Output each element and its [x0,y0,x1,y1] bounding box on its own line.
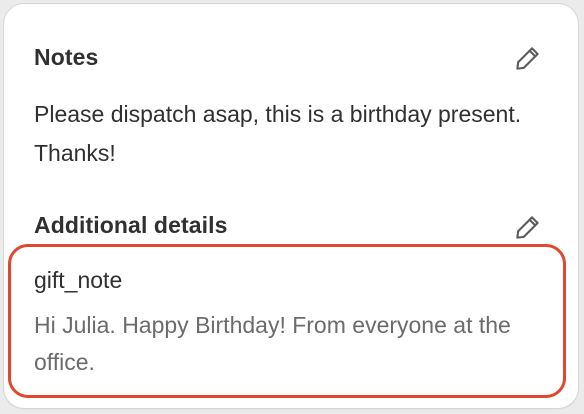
edit-notes-button[interactable] [511,41,545,75]
edit-additional-details-button[interactable] [511,210,545,244]
highlight-outline [8,244,566,398]
pencil-icon [516,216,539,239]
pencil-icon [516,47,539,70]
additional-details-heading: Additional details [34,212,228,238]
notes-text: Please dispatch asap, this is a birthday… [34,101,522,166]
notes-heading: Notes [34,44,99,70]
